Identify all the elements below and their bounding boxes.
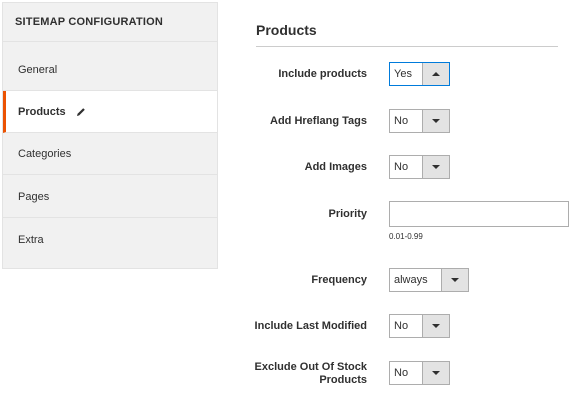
include-products-label: Include products [278,68,367,80]
include-last-modified-value: No [394,320,409,332]
exclude-out-of-stock-select[interactable]: No [389,361,450,385]
sidebar-item-label: Categories [18,147,72,160]
section-divider [256,46,558,47]
sidebar-item-label: General [18,63,58,76]
priority-hint: 0.01-0.99 [389,232,423,241]
exclude-out-of-stock-value: No [394,367,409,379]
priority-input[interactable] [389,201,569,227]
arrow-down-icon [422,156,449,178]
sidebar-item-products[interactable]: Products [3,91,217,133]
priority-label: Priority [328,208,367,220]
include-last-modified-label: Include Last Modified [254,320,367,332]
sidebar-title: SITEMAP CONFIGURATION [3,3,217,42]
sidebar-item-general[interactable]: General [3,49,217,91]
frequency-value: always [394,274,428,286]
arrow-up-icon [422,63,449,85]
arrow-down-icon [422,315,449,337]
sidebar-item-label: Products [18,105,66,118]
sidebar-item-label: Pages [18,190,50,203]
sidebar-item-label: Extra [18,234,44,246]
add-images-value: No [394,161,409,173]
frequency-label: Frequency [311,274,367,286]
add-images-label: Add Images [304,161,367,173]
arrow-down-icon [422,110,449,132]
exclude-out-of-stock-label-line1: Exclude Out Of Stock [254,361,367,373]
sidebar-item-extra[interactable]: Extra [3,219,217,261]
add-hreflang-select[interactable]: No [389,109,450,133]
pencil-icon [76,107,86,117]
add-hreflang-value: No [394,115,409,127]
config-sidebar: SITEMAP CONFIGURATION General Products C… [2,2,218,269]
frequency-select[interactable]: always [389,268,469,292]
exclude-out-of-stock-label: Exclude Out Of Stock Products [255,361,367,387]
add-hreflang-label: Add Hreflang Tags [270,115,367,127]
sidebar-item-pages[interactable]: Pages [3,176,217,218]
sidebar-item-categories[interactable]: Categories [3,133,217,175]
add-images-select[interactable]: No [389,155,450,179]
exclude-out-of-stock-label-line2: Products [319,374,367,386]
include-products-value: Yes [394,68,412,80]
arrow-down-icon [441,269,468,291]
section-title: Products [256,22,317,38]
include-last-modified-select[interactable]: No [389,314,450,338]
include-products-select[interactable]: Yes [389,62,450,86]
arrow-down-icon [422,362,449,384]
